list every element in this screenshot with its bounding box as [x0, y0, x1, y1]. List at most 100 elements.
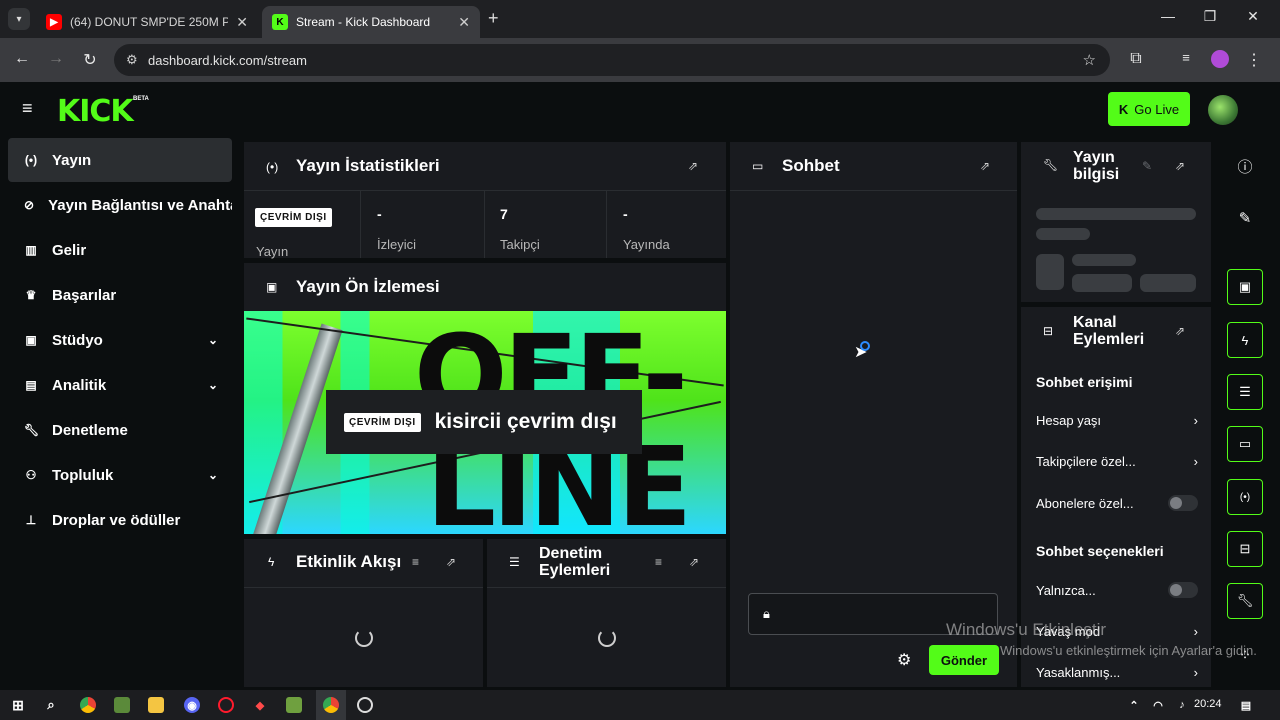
sidebar-item-basarilar[interactable]: ♛ Başarılar	[8, 273, 232, 317]
chevron-right-icon: ›	[1193, 665, 1198, 680]
chevron-right-icon: ›	[1193, 413, 1198, 428]
filter-icon[interactable]: ≡	[655, 555, 662, 569]
tray-chevron-up-icon[interactable]: ⌃	[1126, 697, 1142, 713]
close-window-icon[interactable]: ✕	[1243, 8, 1263, 25]
chevron-right-icon: ›	[1193, 624, 1198, 639]
tab-kick-dashboard[interactable]: K Stream - Kick Dashboard ✕	[262, 6, 480, 38]
studio-icon: ▣	[25, 333, 37, 347]
popout-icon[interactable]: ⇗	[446, 555, 456, 569]
divider	[244, 190, 726, 191]
chrome-active-icon[interactable]	[323, 697, 339, 713]
search-icon[interactable]: ⌕	[43, 697, 59, 713]
windows-start-icon[interactable]: ⊞	[10, 697, 26, 713]
obs-icon[interactable]	[357, 697, 373, 713]
minimize-icon[interactable]: —	[1158, 8, 1178, 24]
edit-pencil-icon[interactable]: ✎	[1227, 200, 1263, 236]
popout-icon[interactable]: ⇗	[689, 555, 699, 569]
file-explorer-icon[interactable]	[148, 697, 164, 713]
minecraft-launcher-icon[interactable]	[286, 697, 302, 713]
rail-chat-button[interactable]: ▭	[1227, 426, 1263, 462]
stat-value-yayinda: -	[623, 206, 628, 222]
opera-icon[interactable]	[218, 697, 234, 713]
popout-icon[interactable]: ⇗	[688, 159, 698, 173]
back-icon[interactable]: ←	[12, 50, 32, 68]
edit-pencil-icon[interactable]: ✎	[1142, 159, 1152, 173]
sidebar-item-topluluk[interactable]: ⚇ Topluluk ⌄	[8, 453, 232, 497]
sidebar: (•) Yayın ⊘ Yayın Bağlantısı ve Anahtarı…	[0, 138, 240, 690]
tab-search-button[interactable]: ▾	[8, 8, 30, 30]
address-bar[interactable]: ⚙ dashboard.kick.com/stream ☆	[114, 44, 1110, 76]
popout-icon[interactable]: ⇗	[980, 159, 990, 173]
restore-icon[interactable]: ❐	[1200, 8, 1220, 25]
sidebar-item-stream-key[interactable]: ⊘ Yayın Bağlantısı ve Anahtarı	[8, 183, 232, 227]
sidebar-item-analitik[interactable]: ▤ Analitik ⌄	[8, 363, 232, 407]
list-icon: ☰	[509, 555, 520, 569]
discord-icon[interactable]: ◉	[184, 697, 200, 713]
setting-label: Yasaklanmış...	[1036, 665, 1121, 680]
rail-channel-actions-button[interactable]: ⊟	[1227, 531, 1263, 567]
notifications-icon[interactable]: ▤	[1238, 697, 1254, 713]
only-toggle[interactable]	[1168, 582, 1198, 598]
sidebar-item-droplar[interactable]: ⊥ Droplar ve ödüller	[8, 498, 232, 542]
send-button[interactable]: Gönder	[929, 645, 999, 675]
info-icon[interactable]: ⓘ	[1227, 148, 1263, 184]
kick-icon: K	[272, 14, 288, 30]
offline-card: ÇEVRİM DIŞI kisircii çevrim dışı	[326, 390, 642, 454]
clock-time[interactable]: 20:24	[1194, 698, 1222, 710]
close-icon[interactable]: ✕	[458, 14, 470, 31]
go-live-button[interactable]: K Go Live	[1108, 92, 1190, 126]
sidebar-item-label: Yayın	[52, 151, 92, 169]
rail-preview-button[interactable]: ▣	[1227, 269, 1263, 305]
setting-banned-words[interactable]: Yasaklanmış... ›	[1036, 665, 1198, 680]
popout-icon[interactable]: ⇗	[1175, 159, 1185, 173]
sidebar-item-gelir[interactable]: ▥ Gelir	[8, 228, 232, 272]
setting-account-age[interactable]: Hesap yaşı ›	[1036, 413, 1198, 428]
tab-youtube[interactable]: ▶ (64) DONUT SMP'DE 250M PAR ✕	[36, 6, 258, 38]
kick-logo[interactable]: KICK	[57, 94, 134, 129]
minecraft-icon[interactable]	[114, 697, 130, 713]
new-tab-button[interactable]: +	[488, 8, 499, 29]
chevron-right-icon: ›	[1193, 454, 1198, 469]
chat-icon: ▭	[752, 159, 764, 173]
rail-stats-button[interactable]: (•)	[1227, 479, 1263, 515]
activity-feed-panel: ϟ Etkinlik Akışı ≡ ⇗	[244, 539, 483, 687]
rail-activity-button[interactable]: ϟ	[1227, 322, 1263, 358]
chat-settings-gear-icon[interactable]: ⚙	[897, 650, 911, 670]
sidebar-item-studyo[interactable]: ▣ Stüdyo ⌄	[8, 318, 232, 362]
popout-icon[interactable]: ⇗	[1175, 324, 1185, 338]
subscribers-only-toggle[interactable]	[1168, 495, 1198, 511]
reload-icon[interactable]: ↻	[80, 50, 100, 70]
filter-icon[interactable]: ≡	[412, 555, 419, 569]
close-icon[interactable]: ✕	[236, 14, 248, 31]
extensions-icon[interactable]: ⧉	[1126, 50, 1146, 68]
sidebar-item-denetleme[interactable]: 🔧︎ Denetleme	[8, 408, 232, 452]
status-badge: ÇEVRİM DIŞI	[255, 208, 332, 227]
app-icon[interactable]: ◆	[252, 697, 268, 713]
offline-badge: ÇEVRİM DIŞI	[344, 412, 421, 432]
chat-icon: ▭	[1238, 436, 1252, 451]
media-icon[interactable]: ≡	[1176, 50, 1196, 65]
menu-kebab-icon[interactable]: ⋮	[1244, 50, 1264, 70]
lightning-icon: ϟ	[1241, 332, 1249, 348]
sidebar-item-label: Başarılar	[52, 286, 117, 304]
lightning-icon: ϟ	[268, 555, 275, 569]
activation-watermark-subtitle: Windows'u etkinleştirmek için Ayarlar'a …	[1000, 643, 1257, 658]
offline-text: kisircii çevrim dışı	[434, 410, 617, 433]
wifi-icon[interactable]: ◠	[1150, 697, 1166, 713]
volume-icon[interactable]: ♪	[1174, 697, 1190, 713]
hamburger-menu-icon[interactable]: ≡	[22, 98, 33, 119]
community-icon: ⚇	[25, 468, 37, 482]
rail-stream-info-button[interactable]: 🔧︎	[1227, 583, 1263, 619]
bookmark-star-icon[interactable]: ☆	[1083, 51, 1096, 69]
rail-moderation-button[interactable]: ☰	[1227, 374, 1263, 410]
sidebar-item-yayin[interactable]: (•) Yayın	[8, 138, 232, 182]
site-info-icon[interactable]: ⚙	[126, 52, 138, 68]
chrome-icon[interactable]	[80, 697, 96, 713]
avatar[interactable]	[1208, 95, 1238, 125]
forward-icon[interactable]: →	[46, 50, 66, 68]
preview-icon: ▣	[1238, 279, 1252, 294]
windows-taskbar: ⊞ ⌕ ◉ ◆ ⌃ ◠ ♪ 20:24 ▤	[0, 690, 1280, 720]
wrench-icon: 🔧︎	[1236, 593, 1254, 608]
setting-followers-only[interactable]: Takipçilere özel... ›	[1036, 454, 1198, 469]
profile-icon[interactable]	[1211, 50, 1229, 68]
